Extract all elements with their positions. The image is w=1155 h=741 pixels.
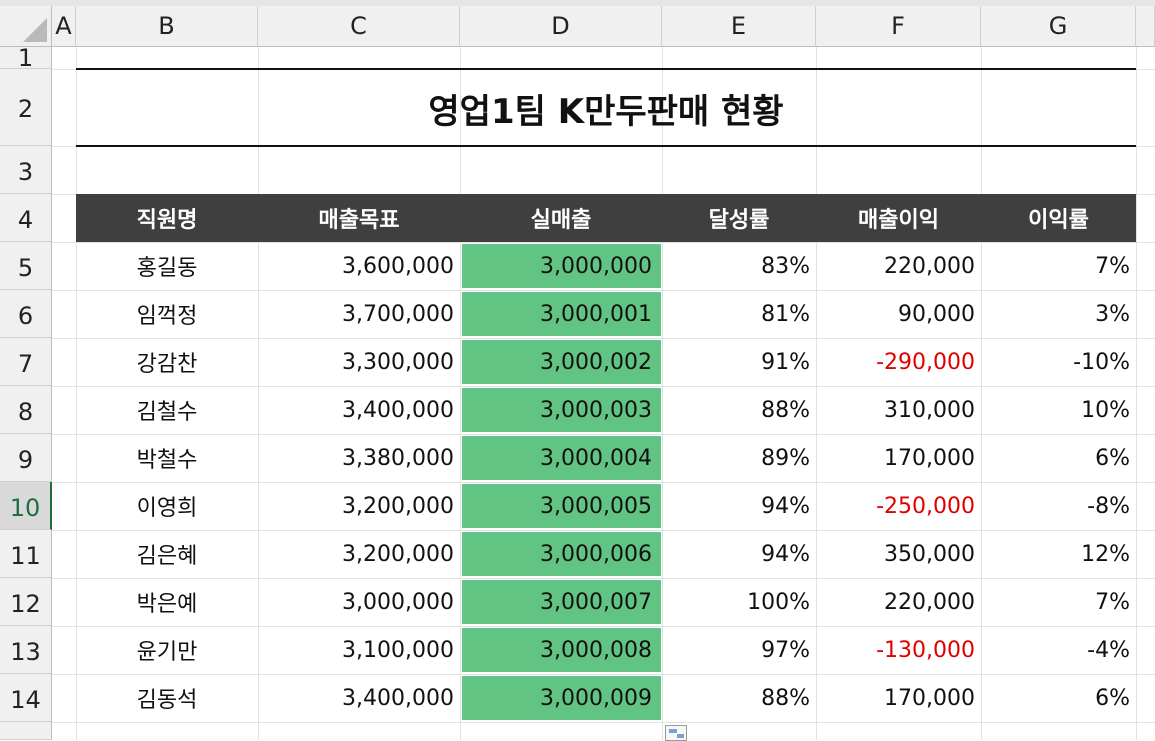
cell-f7[interactable]: -290,000 — [816, 338, 981, 386]
row-header-14[interactable]: 14 — [0, 674, 52, 722]
cell-b5[interactable]: 홍길동 — [76, 242, 258, 290]
sheet-title[interactable]: 영업1팀 K만두판매 현황 — [76, 70, 1136, 146]
cell-b9[interactable]: 박철수 — [76, 434, 258, 482]
spreadsheet: ABCDEFG 1 2 3 4 5 6 7 8 9 10 11 12 13 14 영업1팀 K만두판매 현… — [0, 0, 1155, 741]
row-header-12[interactable]: 12 — [0, 578, 52, 626]
grid-hline — [52, 722, 1155, 723]
cell-g6[interactable]: 3% — [981, 290, 1136, 338]
row-header-8[interactable]: 8 — [0, 386, 52, 434]
column-header-b[interactable]: B — [76, 6, 258, 47]
cell-f8[interactable]: 310,000 — [816, 386, 981, 434]
cell-e6[interactable]: 81% — [662, 290, 816, 338]
cell-d12[interactable]: 3,000,007 — [460, 578, 662, 626]
row-header-9[interactable]: 9 — [0, 434, 52, 482]
cell-e13[interactable]: 97% — [662, 626, 816, 674]
cell-d6[interactable]: 3,000,001 — [460, 290, 662, 338]
cell-b12[interactable]: 박은예 — [76, 578, 258, 626]
cell-g8[interactable]: 10% — [981, 386, 1136, 434]
cell-g7[interactable]: -10% — [981, 338, 1136, 386]
cell-e12[interactable]: 100% — [662, 578, 816, 626]
cell-d8[interactable]: 3,000,003 — [460, 386, 662, 434]
cell-b11[interactable]: 김은혜 — [76, 530, 258, 578]
table-header-b[interactable]: 직원명 — [76, 194, 258, 242]
column-header-d[interactable]: D — [460, 6, 662, 47]
cell-g12[interactable]: 7% — [981, 578, 1136, 626]
row-header-5[interactable]: 5 — [0, 242, 52, 290]
cell-f6[interactable]: 90,000 — [816, 290, 981, 338]
cell-c5[interactable]: 3,600,000 — [258, 242, 460, 290]
table-header-e[interactable]: 달성률 — [662, 194, 816, 242]
cell-e8[interactable]: 88% — [662, 386, 816, 434]
cell-c10[interactable]: 3,200,000 — [258, 482, 460, 530]
cell-b10[interactable]: 이영희 — [76, 482, 258, 530]
select-all-corner[interactable] — [0, 6, 52, 47]
column-header-a[interactable]: A — [52, 6, 76, 47]
cell-d5[interactable]: 3,000,000 — [460, 242, 662, 290]
column-header-c[interactable]: C — [258, 6, 460, 47]
row-header-13[interactable]: 13 — [0, 626, 52, 674]
quick-analysis-icon — [669, 729, 677, 733]
quick-analysis-button[interactable] — [665, 725, 687, 741]
cell-c13[interactable]: 3,100,000 — [258, 626, 460, 674]
cell-b6[interactable]: 임꺽정 — [76, 290, 258, 338]
cell-d11[interactable]: 3,000,006 — [460, 530, 662, 578]
cell-e14[interactable]: 88% — [662, 674, 816, 722]
row-header-11[interactable]: 11 — [0, 530, 52, 578]
cell-c8[interactable]: 3,400,000 — [258, 386, 460, 434]
row-header-4[interactable]: 4 — [0, 194, 52, 242]
cell-b14[interactable]: 김동석 — [76, 674, 258, 722]
cell-d13[interactable]: 3,000,008 — [460, 626, 662, 674]
row-header-6[interactable]: 6 — [0, 290, 52, 338]
cell-g9[interactable]: 6% — [981, 434, 1136, 482]
cell-f14[interactable]: 170,000 — [816, 674, 981, 722]
cell-f5[interactable]: 220,000 — [816, 242, 981, 290]
cell-g14[interactable]: 6% — [981, 674, 1136, 722]
row-header-3[interactable]: 3 — [0, 146, 52, 194]
column-header-g[interactable]: G — [981, 6, 1136, 47]
row-header-2[interactable]: 2 — [0, 69, 52, 146]
column-header-f[interactable]: F — [816, 6, 981, 47]
title-bottom-border — [76, 145, 1136, 147]
cell-c12[interactable]: 3,000,000 — [258, 578, 460, 626]
cell-c11[interactable]: 3,200,000 — [258, 530, 460, 578]
row-header-10[interactable]: 10 — [0, 482, 52, 530]
cell-d7[interactable]: 3,000,002 — [460, 338, 662, 386]
cell-d10[interactable]: 3,000,005 — [460, 482, 662, 530]
select-all-icon — [23, 18, 47, 42]
cell-c9[interactable]: 3,380,000 — [258, 434, 460, 482]
cell-c6[interactable]: 3,700,000 — [258, 290, 460, 338]
cell-c14[interactable]: 3,400,000 — [258, 674, 460, 722]
cell-f11[interactable]: 350,000 — [816, 530, 981, 578]
table-header-f[interactable]: 매출이익 — [816, 194, 981, 242]
table-header-d[interactable]: 실매출 — [460, 194, 662, 242]
quick-analysis-icon-part — [677, 734, 684, 738]
cell-f13[interactable]: -130,000 — [816, 626, 981, 674]
row-header-filler — [0, 722, 52, 740]
cell-b13[interactable]: 윤기만 — [76, 626, 258, 674]
cell-e7[interactable]: 91% — [662, 338, 816, 386]
cell-e10[interactable]: 94% — [662, 482, 816, 530]
cell-f12[interactable]: 220,000 — [816, 578, 981, 626]
cell-e11[interactable]: 94% — [662, 530, 816, 578]
cell-f9[interactable]: 170,000 — [816, 434, 981, 482]
cell-e5[interactable]: 83% — [662, 242, 816, 290]
table-header-c[interactable]: 매출목표 — [258, 194, 460, 242]
row-header-7[interactable]: 7 — [0, 338, 52, 386]
column-header-filler — [1136, 6, 1155, 47]
cell-f10[interactable]: -250,000 — [816, 482, 981, 530]
cell-c7[interactable]: 3,300,000 — [258, 338, 460, 386]
cell-b7[interactable]: 강감찬 — [76, 338, 258, 386]
cell-g11[interactable]: 12% — [981, 530, 1136, 578]
cell-e9[interactable]: 89% — [662, 434, 816, 482]
cell-g5[interactable]: 7% — [981, 242, 1136, 290]
cell-d9[interactable]: 3,000,004 — [460, 434, 662, 482]
column-header-e[interactable]: E — [662, 6, 816, 47]
cell-b8[interactable]: 김철수 — [76, 386, 258, 434]
row-header-1[interactable]: 1 — [0, 47, 52, 69]
cell-g13[interactable]: -4% — [981, 626, 1136, 674]
cell-g10[interactable]: -8% — [981, 482, 1136, 530]
table-header-g[interactable]: 이익률 — [981, 194, 1136, 242]
cell-d14[interactable]: 3,000,009 — [460, 674, 662, 722]
grid-vline — [1136, 47, 1137, 740]
